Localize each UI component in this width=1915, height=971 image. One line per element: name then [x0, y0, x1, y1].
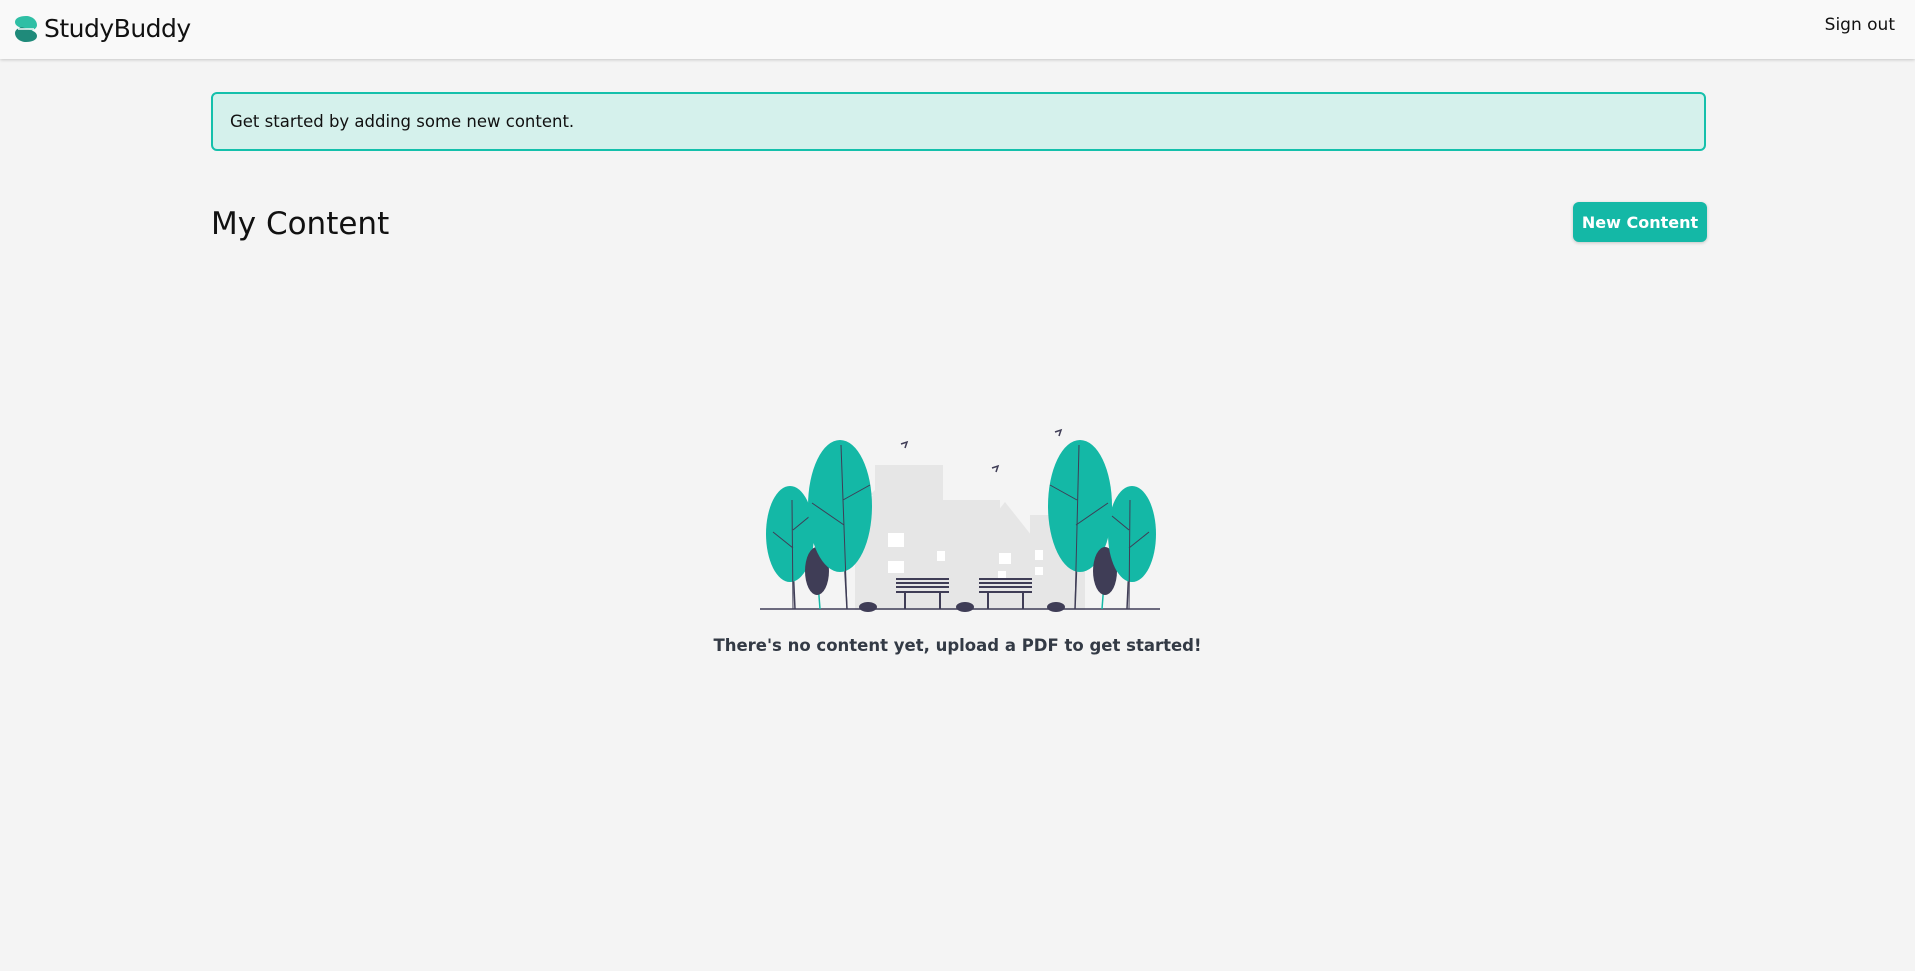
studybuddy-logo-icon [15, 15, 37, 42]
empty-state-message: There's no content yet, upload a PDF to … [713, 636, 1202, 655]
app-logo-link[interactable]: StudyBuddy [14, 14, 191, 43]
info-alert: Get started by adding some new content. [211, 92, 1706, 151]
empty-park-illustration [760, 428, 1160, 612]
new-content-button[interactable]: New Content [1573, 202, 1707, 242]
sign-out-button[interactable]: Sign out [1819, 14, 1901, 36]
app-name: StudyBuddy [44, 14, 191, 43]
top-navigation-bar: StudyBuddy Sign out [0, 0, 1915, 59]
alert-message: Get started by adding some new content. [230, 112, 575, 131]
page-title: My Content [211, 206, 390, 242]
